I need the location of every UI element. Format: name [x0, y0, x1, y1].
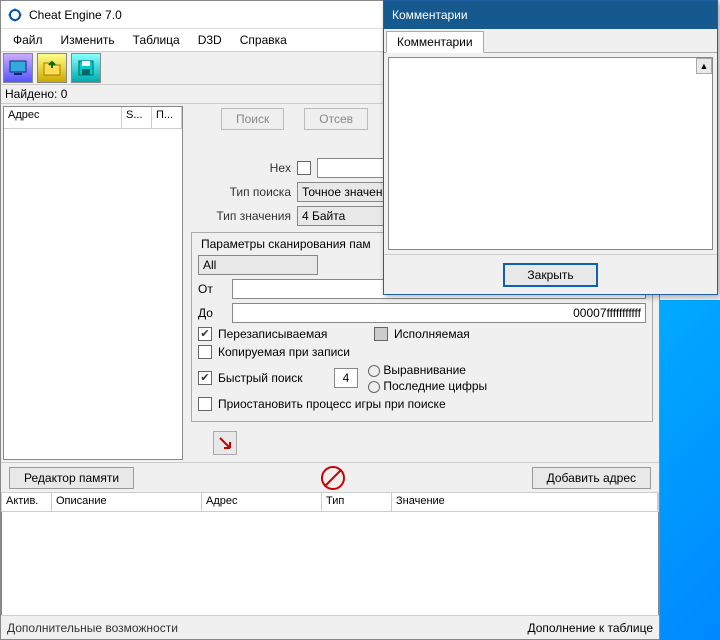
save-button[interactable]	[71, 53, 101, 83]
comments-titlebar[interactable]: Комментарии	[384, 1, 717, 29]
menu-file[interactable]: Файл	[5, 31, 51, 49]
search-type-label: Тип поиска	[191, 185, 291, 199]
from-label: От	[198, 282, 226, 296]
hex-label: Hex	[191, 161, 291, 175]
value-type-label: Тип значения	[191, 209, 291, 223]
comments-textarea[interactable]: ▲	[388, 57, 713, 250]
memory-editor-button[interactable]: Редактор памяти	[9, 467, 134, 489]
scroll-up-icon[interactable]: ▲	[696, 58, 712, 74]
to-input[interactable]	[232, 303, 646, 323]
col-value2[interactable]: Значение	[392, 493, 658, 511]
executable-label: Исполняемая	[394, 327, 470, 341]
no-entry-icon	[321, 466, 345, 490]
comments-title-text: Комментарии	[392, 8, 468, 22]
scan-options-title: Параметры сканирования пам	[198, 237, 374, 251]
menu-edit[interactable]: Изменить	[53, 31, 123, 49]
address-table-body[interactable]	[1, 512, 659, 618]
fast-value-input[interactable]	[334, 368, 358, 388]
statusbar: Дополнительные возможности Дополнение к …	[1, 615, 659, 639]
comments-tab[interactable]: Комментарии	[386, 31, 484, 53]
executable-checkbox[interactable]	[374, 327, 388, 341]
cow-checkbox[interactable]	[198, 345, 212, 359]
cow-label: Копируемая при записи	[218, 345, 350, 359]
writable-checkbox[interactable]	[198, 327, 212, 341]
col-prev[interactable]: П...	[152, 107, 182, 128]
address-table-header: Актив. Описание Адрес Тип Значение	[1, 492, 659, 512]
select-process-button[interactable]	[3, 53, 33, 83]
search-type-value: Точное значение	[302, 185, 396, 199]
col-description[interactable]: Описание	[52, 493, 202, 511]
alignment-radio[interactable]	[368, 365, 380, 377]
comments-window: Комментарии Комментарии ▲ Закрыть	[383, 0, 718, 295]
col-type[interactable]: Тип	[322, 493, 392, 511]
comments-footer: Закрыть	[384, 254, 717, 294]
status-left[interactable]: Дополнительные возможности	[7, 621, 527, 635]
menu-table[interactable]: Таблица	[125, 31, 188, 49]
results-header: Адрес Ѕ... П...	[4, 107, 182, 129]
status-right[interactable]: Дополнение к таблице	[527, 621, 653, 635]
open-button[interactable]	[37, 53, 67, 83]
value-type-value: 4 Байта	[302, 209, 345, 223]
first-scan-button[interactable]: Поиск	[221, 108, 284, 130]
app-logo-icon	[7, 7, 23, 23]
menu-d3d[interactable]: D3D	[190, 31, 230, 49]
col-address[interactable]: Адрес	[4, 107, 122, 128]
last-digits-label: Последние цифры	[383, 379, 487, 393]
results-body[interactable]	[4, 129, 182, 459]
expand-arrow-button[interactable]	[213, 431, 237, 455]
writable-label: Перезаписываемая	[218, 327, 368, 341]
next-scan-button[interactable]: Отсев	[304, 108, 368, 130]
fast-label: Быстрый поиск	[218, 371, 328, 385]
menu-help[interactable]: Справка	[232, 31, 295, 49]
col-active[interactable]: Актив.	[2, 493, 52, 511]
region-select[interactable]: All	[198, 255, 318, 275]
alignment-label: Выравнивание	[383, 363, 466, 377]
col-value[interactable]: Ѕ...	[122, 107, 152, 128]
comments-tabstrip: Комментарии	[384, 29, 717, 53]
comments-close-button[interactable]: Закрыть	[503, 263, 597, 287]
add-address-button[interactable]: Добавить адрес	[532, 467, 651, 489]
region-value: All	[203, 258, 216, 272]
window-title: Cheat Engine 7.0	[29, 8, 122, 22]
desktop-background	[660, 300, 720, 640]
pause-checkbox[interactable]	[198, 397, 212, 411]
col-addr[interactable]: Адрес	[202, 493, 322, 511]
mid-toolbar: Редактор памяти Добавить адрес	[1, 462, 659, 492]
last-digits-radio[interactable]	[368, 381, 380, 393]
results-list[interactable]: Адрес Ѕ... П...	[3, 106, 183, 460]
hex-checkbox[interactable]	[297, 161, 311, 175]
pause-label: Приостановить процесс игры при поиске	[218, 397, 446, 411]
fast-checkbox[interactable]	[198, 371, 212, 385]
to-label: До	[198, 306, 226, 320]
